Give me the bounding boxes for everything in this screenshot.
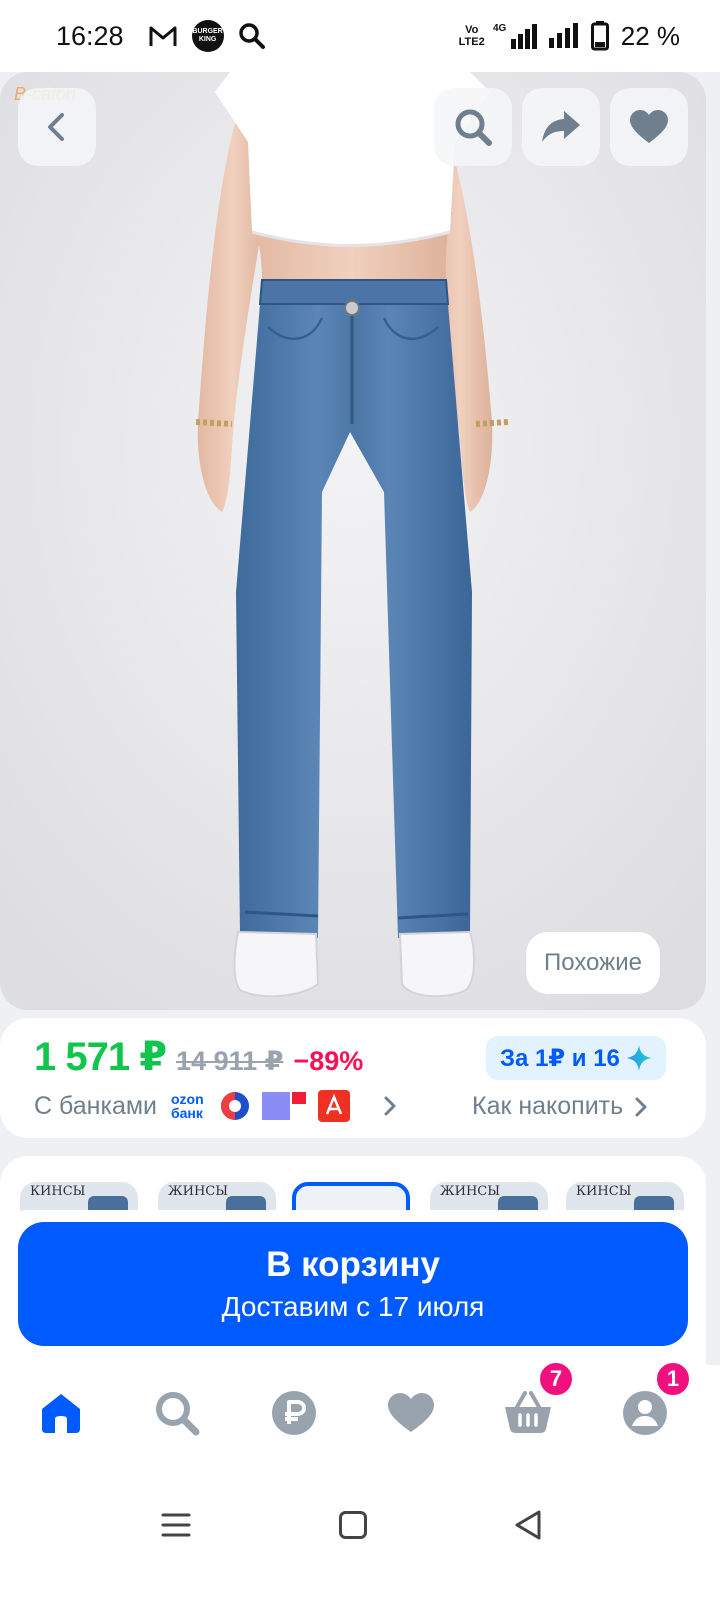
- share-button[interactable]: [522, 88, 600, 166]
- discount-percent: −89%: [293, 1046, 364, 1076]
- share-arrow-icon: [542, 111, 580, 142]
- burger-king-icon: BURGER KING: [191, 20, 224, 52]
- search-icon: [455, 109, 492, 146]
- chevron-right-icon: [384, 1096, 396, 1116]
- product-image: [0, 72, 706, 1010]
- tab-favorites[interactable]: [383, 1385, 439, 1441]
- banks-row[interactable]: С банками ozon банк: [34, 1090, 400, 1122]
- tab-home[interactable]: [33, 1385, 89, 1441]
- tab-finance[interactable]: [266, 1385, 322, 1441]
- status-time: 16:28: [56, 20, 124, 51]
- add-to-cart-panel: В корзину Доставим с 17 июля: [0, 1210, 706, 1365]
- profile-icon: [623, 1391, 667, 1435]
- price-row: 1 571 ₽ 14 911 ₽ −89%: [34, 1034, 363, 1080]
- menu-icon: [161, 1513, 191, 1537]
- battery-icon: [590, 21, 609, 51]
- how-to-save-link[interactable]: Как накопить: [472, 1092, 649, 1121]
- status-system-icons: Vo LTE2 4G 22 %: [459, 21, 680, 52]
- search-icon: [156, 1392, 200, 1436]
- banks-label: С банками: [34, 1091, 157, 1120]
- triangle-back-icon: [515, 1510, 541, 1540]
- ruble-icon: [272, 1391, 316, 1435]
- signal-4g-icon: 4G: [493, 23, 537, 49]
- delivery-date-label: Доставим с 17 июля: [221, 1291, 485, 1322]
- battery-percent: 22 %: [620, 20, 680, 51]
- bank-logo-sovcom-icon: [220, 1092, 249, 1120]
- square-icon: [339, 1511, 367, 1539]
- how-to-save-label: Как накопить: [472, 1092, 624, 1120]
- chevron-left-icon: [48, 113, 64, 141]
- cart-count-badge: 7: [538, 1361, 574, 1397]
- basket-icon: [505, 1391, 551, 1433]
- status-notification-icons: BURGER KING: [148, 20, 266, 52]
- system-navigation-bar: [0, 1465, 720, 1600]
- points-badge[interactable]: За 1₽ и 16: [486, 1036, 666, 1080]
- old-price: 14 911 ₽: [176, 1046, 284, 1076]
- price-card: 1 571 ₽ 14 911 ₽ −89% За 1₽ и 16 С банка…: [0, 1018, 706, 1138]
- back-button[interactable]: [18, 88, 96, 166]
- favorite-button[interactable]: [610, 88, 688, 166]
- gmail-icon: [149, 26, 177, 46]
- tab-profile[interactable]: 1: [617, 1361, 691, 1441]
- bank-logo-alfa-icon: [317, 1090, 350, 1122]
- home-system-button[interactable]: [323, 1495, 383, 1555]
- heart-icon: [630, 110, 668, 143]
- sparkle-icon: [625, 1045, 652, 1071]
- signal-icon: [548, 23, 578, 48]
- status-bar: 16:28 BURGER KING Vo LTE2 4G 22 %: [0, 0, 720, 72]
- similar-products-button[interactable]: Похожие: [526, 932, 660, 994]
- search-button[interactable]: [434, 88, 512, 166]
- search-icon: [238, 23, 265, 49]
- svg-text:4G: 4G: [493, 23, 507, 34]
- points-badge-label: За 1₽ и 16: [500, 1044, 620, 1072]
- current-price: 1 571 ₽: [34, 1035, 167, 1079]
- back-system-button[interactable]: [498, 1495, 558, 1555]
- chevron-right-icon: [635, 1097, 647, 1116]
- ozon-bank-logo: ozon банк: [171, 1091, 204, 1121]
- heart-icon: [388, 1393, 434, 1432]
- bank-logo-purple-icon: [261, 1092, 306, 1120]
- tab-cart[interactable]: 7: [500, 1361, 574, 1441]
- profile-notification-badge: 1: [655, 1361, 691, 1397]
- tab-catalog-search[interactable]: [149, 1385, 205, 1441]
- add-to-cart-label: В корзину: [266, 1245, 440, 1284]
- recent-apps-button[interactable]: [146, 1495, 206, 1555]
- volte-icon: Vo LTE2: [458, 24, 485, 48]
- bottom-tab-bar: 7 1: [0, 1361, 720, 1465]
- product-photo[interactable]: B-caton Похожие: [0, 72, 706, 1010]
- add-to-cart-button[interactable]: В корзину Доставим с 17 июля: [18, 1222, 688, 1346]
- home-icon: [42, 1394, 80, 1433]
